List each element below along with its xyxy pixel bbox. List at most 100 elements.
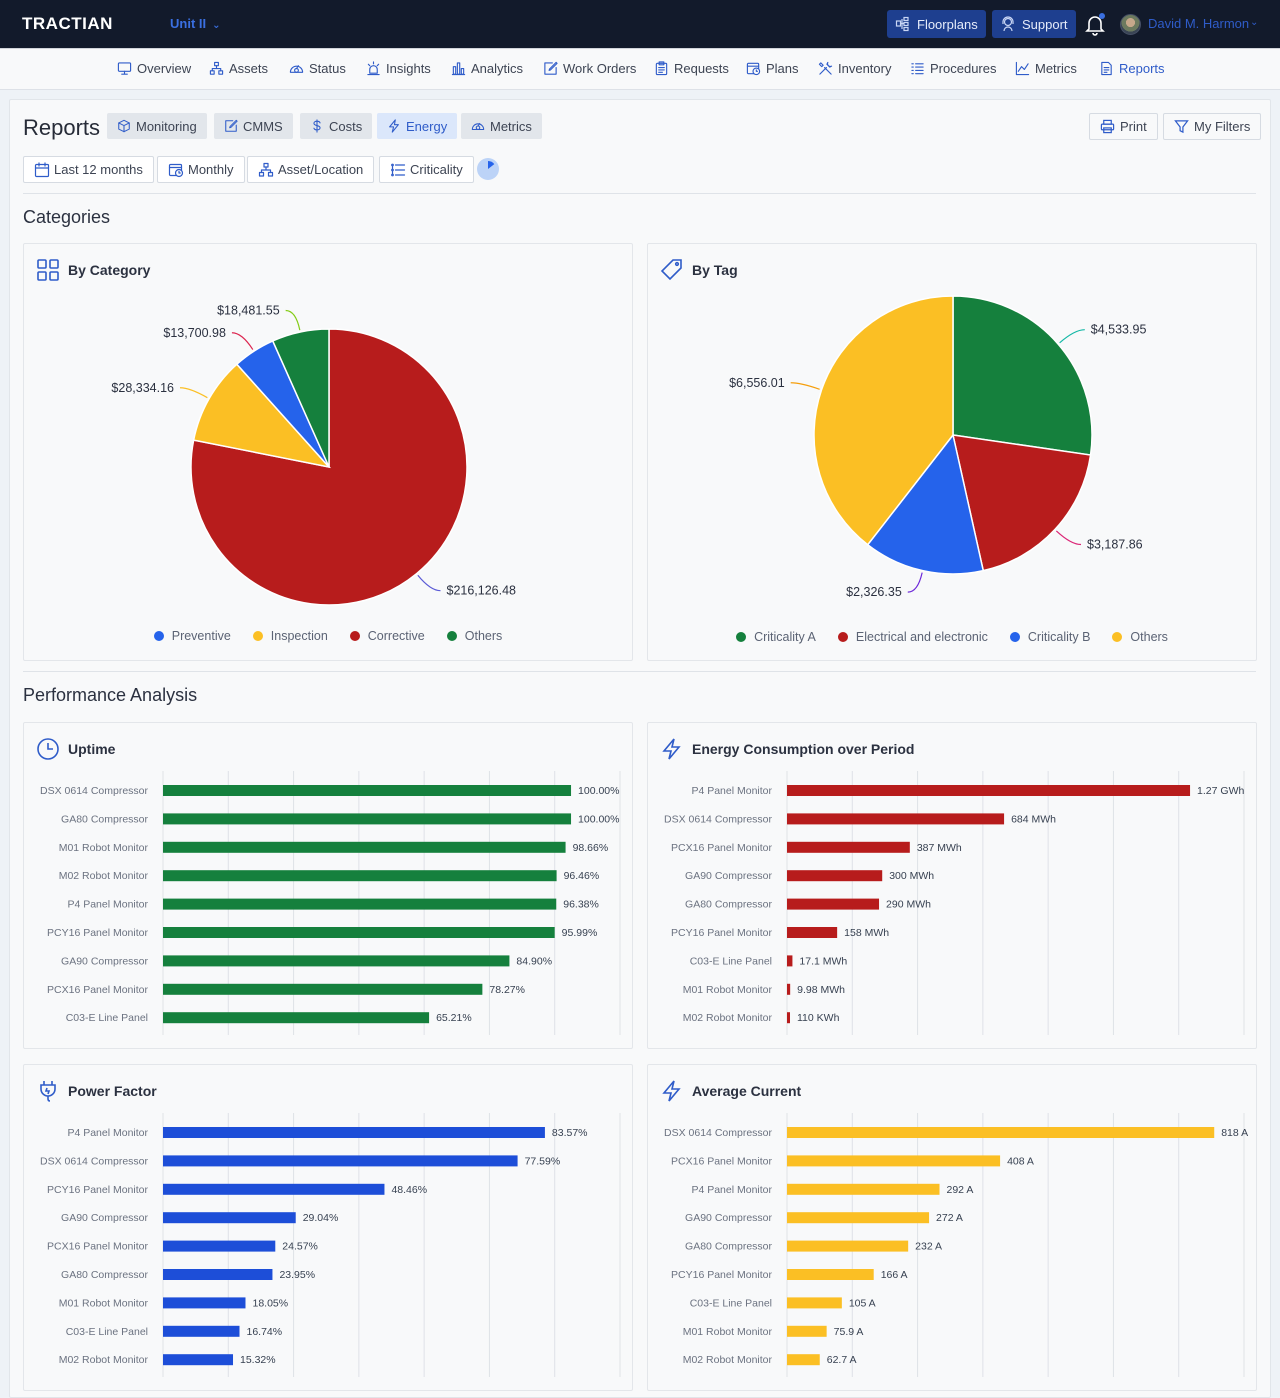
bar[interactable] (787, 1127, 1215, 1138)
bar[interactable] (163, 1155, 518, 1167)
my-filters-button[interactable]: My Filters (1163, 113, 1262, 140)
power-factor-card: Power Factor P4 Panel Monitor 83.57% DSX 0… (23, 1064, 633, 1391)
user-name[interactable]: David M. Harmon (1148, 16, 1249, 31)
bar[interactable] (787, 1155, 1001, 1167)
bar[interactable] (163, 1354, 234, 1366)
nav-item-metrics[interactable]: Metrics (1015, 61, 1077, 76)
category-label: DSX 0614 Compressor (40, 1155, 148, 1167)
unit-selector[interactable]: Unit II ⌄ (170, 16, 221, 31)
floorplans-button[interactable]: Floorplans (887, 10, 986, 38)
bar[interactable] (163, 927, 555, 938)
bar[interactable] (163, 983, 483, 995)
pie-data-label: $18,481.55 (217, 304, 280, 318)
bar[interactable] (163, 898, 557, 910)
bar[interactable] (787, 955, 793, 967)
pie-chart: $4,533.95 $3,187.86 $2,326.35 $6,556.01 (729, 295, 1146, 599)
nav-item-overview[interactable]: Overview (117, 61, 191, 76)
bar[interactable] (787, 1212, 930, 1224)
unit-label: Unit II (170, 16, 207, 31)
pie-slice-criticality-a[interactable] (952, 295, 1093, 456)
filter-last-12-months[interactable]: Last 12 months (23, 156, 154, 183)
legend-item[interactable]: Corrective (349, 629, 425, 643)
nav-item-plans[interactable]: Plans (746, 61, 799, 76)
leader-line (231, 332, 254, 350)
bar[interactable] (163, 1183, 385, 1195)
nav-item-procedures[interactable]: Procedures (910, 61, 996, 76)
category-label: GA80 Compressor (61, 813, 148, 825)
bar[interactable] (163, 955, 510, 967)
bar[interactable] (787, 1354, 820, 1366)
nav-item-reports[interactable]: Reports (1099, 61, 1165, 76)
nav-item-status[interactable]: Status (289, 61, 346, 76)
bar[interactable] (787, 1240, 909, 1252)
tab-costs[interactable]: Costs (300, 113, 373, 139)
nav-item-label: Overview (137, 61, 192, 76)
bar[interactable] (163, 813, 572, 825)
bar[interactable] (163, 1127, 545, 1138)
legend-item[interactable]: Criticality A (736, 630, 816, 644)
nav-item-insights[interactable]: Insights (366, 61, 431, 76)
legend-item[interactable]: Preventive (153, 629, 231, 643)
bar-chart: P4 Panel Monitor 1.27 GWh DSX 0614 Compres… (664, 771, 1245, 1035)
floorplans-label: Floorplans (917, 16, 978, 32)
bar-value-label: 9.98 MWh (797, 984, 845, 996)
print-button[interactable]: Print (1089, 113, 1158, 140)
bar[interactable] (163, 785, 572, 796)
tab-metrics[interactable]: Metrics (461, 113, 542, 139)
bar[interactable] (787, 841, 910, 853)
nav-item-label: Assets (229, 61, 269, 76)
tab-label: CMMS (243, 118, 283, 134)
chevron-down-icon: ⌄ (212, 20, 221, 31)
legend-label: Inspection (270, 629, 328, 643)
bar-value-label: 96.46% (564, 870, 600, 882)
bar[interactable] (163, 870, 557, 882)
bar[interactable] (163, 1325, 240, 1337)
category-label: C03-E Line Panel (66, 1326, 148, 1338)
bar[interactable] (787, 927, 838, 938)
tab-label: Monitoring (136, 118, 197, 134)
tab-monitoring[interactable]: Monitoring (107, 113, 207, 139)
filter-asset-location[interactable]: Asset/Location (247, 156, 375, 183)
bar[interactable] (163, 841, 566, 853)
bar[interactable] (163, 1269, 273, 1280)
bar[interactable] (787, 1012, 790, 1024)
bar[interactable] (163, 1240, 276, 1252)
nav-item-analytics[interactable]: Analytics (451, 61, 523, 76)
legend-item[interactable]: Electrical and electronic (837, 630, 988, 644)
nav-item-work-orders[interactable]: Work Orders (543, 61, 636, 76)
legend-item[interactable]: Others (1112, 630, 1168, 644)
tab-cmms[interactable]: CMMS (214, 113, 293, 139)
avatar[interactable] (1120, 14, 1141, 35)
legend-item[interactable]: Inspection (252, 629, 328, 643)
bar[interactable] (787, 870, 883, 882)
bar[interactable] (163, 1012, 430, 1024)
legend-dot (837, 632, 848, 642)
category-label: P4 Panel Monitor (67, 1127, 148, 1139)
filter-monthly[interactable]: Monthly (157, 156, 245, 183)
bar[interactable] (787, 813, 1005, 825)
support-button[interactable]: Support (992, 10, 1076, 38)
category-label: DSX 0614 Compressor (664, 813, 772, 825)
legend-item[interactable]: Criticality B (1009, 630, 1090, 644)
bar[interactable] (163, 1212, 296, 1224)
bar[interactable] (163, 1297, 246, 1309)
bar[interactable] (787, 983, 791, 995)
legend-dot (446, 631, 457, 641)
logo[interactable]: TRACTIAN (22, 14, 113, 34)
legend-item[interactable]: Others (446, 629, 502, 643)
filter-criticality[interactable]: Criticality (379, 156, 474, 183)
bar[interactable] (787, 1183, 940, 1195)
bar[interactable] (787, 898, 880, 910)
nav-item-requests[interactable]: Requests (654, 61, 729, 76)
bar[interactable] (787, 1325, 827, 1337)
energy-consumption-card: Energy Consumption over Period P4 Panel … (647, 722, 1257, 1049)
bar[interactable] (787, 1297, 842, 1309)
divider (23, 193, 1256, 194)
tab-energy[interactable]: Energy (377, 113, 458, 139)
nav-item-inventory[interactable]: Inventory (818, 61, 891, 76)
nav-item-assets[interactable]: Assets (209, 61, 268, 76)
bar[interactable] (787, 1269, 874, 1280)
chevron-down-icon[interactable]: ⌄ (1250, 17, 1258, 28)
monitor-icon (117, 62, 132, 75)
bar[interactable] (787, 785, 1191, 796)
